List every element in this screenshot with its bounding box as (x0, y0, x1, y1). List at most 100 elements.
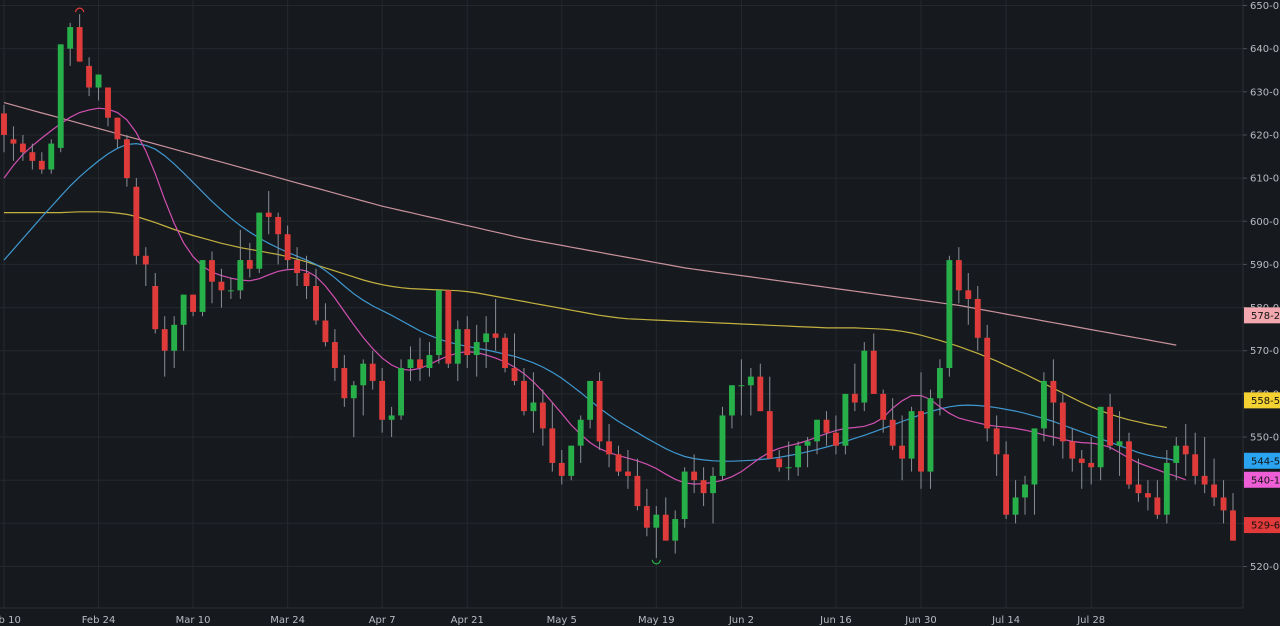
price-badge-1: 578-2 (1244, 307, 1280, 324)
x-tick-label: Feb 10 (0, 615, 21, 626)
candle-body (313, 286, 319, 321)
candle-body (95, 74, 102, 88)
candle-up (57, 44, 64, 153)
candle-body (747, 376, 754, 386)
candle-body (568, 445, 575, 476)
candle-body (152, 286, 159, 330)
candle-body (48, 143, 55, 170)
x-tick-label: Jun 30 (904, 615, 937, 626)
candle-body (814, 419, 820, 442)
candle-body (360, 363, 367, 386)
candle-body (662, 514, 669, 541)
candle-body (955, 260, 962, 291)
candle-up (435, 290, 442, 364)
candle-body (294, 260, 300, 274)
candle-body (681, 471, 688, 520)
candle-body (974, 298, 981, 338)
x-tick-label: Jul 28 (1076, 615, 1105, 626)
candle-down (502, 333, 508, 373)
x-tick-label: Mar 24 (270, 615, 305, 626)
price-badge-3: 544-5 (1244, 452, 1280, 469)
candle-body (161, 329, 168, 351)
candle-body (1182, 445, 1189, 455)
candle-body (237, 260, 244, 291)
candle-up (199, 260, 206, 317)
candle-body (57, 44, 64, 148)
candle-body (209, 260, 215, 282)
candle-body (417, 359, 423, 368)
x-tick-label: Feb 24 (82, 615, 116, 626)
candle-body (38, 160, 45, 170)
candle-down (133, 178, 140, 265)
candle-body (105, 87, 111, 118)
candle-body (1173, 445, 1180, 463)
candle-body (577, 419, 584, 446)
candle-body (341, 367, 348, 399)
candle-body (492, 333, 499, 338)
candle-body (833, 432, 839, 446)
candle-body (1126, 441, 1132, 485)
candle-body (1163, 462, 1170, 515)
candle-body (114, 117, 121, 140)
x-tick-label: Jun 16 (819, 615, 852, 626)
y-tick-label: 610-0 (1250, 174, 1279, 185)
price-badge-label: 558-5 (1251, 396, 1280, 407)
x-tick-label: Jul 14 (991, 615, 1020, 626)
candle-body (766, 411, 773, 459)
candle-body (549, 428, 556, 463)
candle-body (256, 212, 263, 269)
candle-body (511, 367, 518, 381)
candle-body (842, 393, 849, 446)
candle-body (539, 402, 546, 429)
candle-body (1097, 406, 1104, 468)
candle-body (180, 294, 187, 325)
candle-body (171, 324, 178, 351)
candle-body (521, 380, 527, 412)
candlestick-chart[interactable]: 520-0530-0540-0550-0560-0570-0580-0590-0… (0, 0, 1280, 626)
candle-body (851, 393, 858, 403)
chart-background (0, 0, 1280, 626)
candle-body (388, 415, 395, 420)
candle-body (275, 216, 282, 235)
candle-body (596, 380, 603, 442)
candle-down (596, 372, 603, 450)
candle-body (795, 445, 802, 468)
y-tick-label: 590-0 (1250, 260, 1279, 271)
candle-body (804, 441, 811, 446)
candle-body (190, 294, 197, 312)
candle-body (76, 27, 83, 62)
price-badge-label: 544-5 (1251, 456, 1280, 467)
y-tick-label: 600-0 (1250, 217, 1279, 228)
y-tick-label: 550-0 (1250, 433, 1279, 444)
candle-down (445, 290, 452, 368)
candle-body (502, 337, 508, 368)
candle-body (322, 320, 329, 343)
candle-up (842, 393, 849, 455)
candle-body (653, 514, 660, 528)
candle-body (1116, 441, 1123, 446)
candle-body (464, 329, 471, 356)
candle-body (473, 342, 480, 356)
price-badge-4: 540-1 (1244, 471, 1280, 488)
price-badge-label: 529-6 (1251, 521, 1280, 532)
candle-body (908, 411, 915, 459)
candle-body (965, 290, 972, 299)
candle-body (1088, 462, 1095, 468)
candle-body (435, 290, 442, 356)
candle-body (710, 475, 716, 494)
candle-up (398, 359, 404, 420)
x-tick-label: May 5 (547, 615, 577, 626)
candle-body (369, 363, 376, 381)
candle-body (643, 506, 650, 528)
candle-body (1154, 497, 1161, 515)
candle-body (918, 411, 924, 472)
y-tick-label: 520-0 (1250, 562, 1279, 573)
candle-up (568, 445, 575, 481)
candle-body (1192, 454, 1199, 476)
candle-body (776, 458, 783, 468)
candle-body (729, 385, 735, 416)
candle-body (870, 350, 877, 394)
candle-body (29, 152, 36, 161)
x-tick-label: Apr 7 (369, 615, 396, 626)
candle-body (227, 290, 234, 292)
